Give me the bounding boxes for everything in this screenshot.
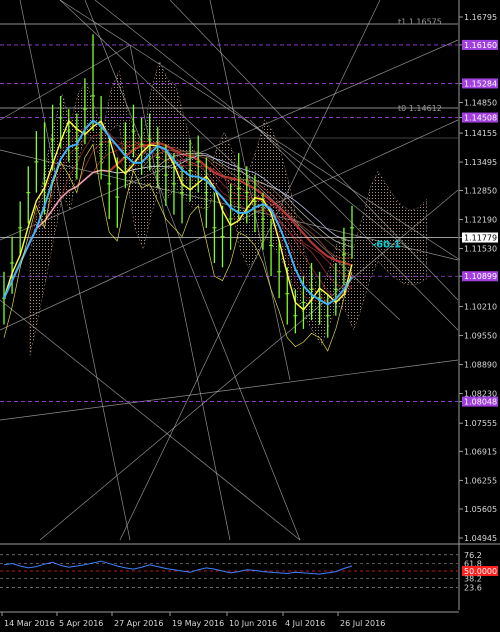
price-tick-label: 1.05605 <box>464 505 497 514</box>
price-tick-label: 1.11530 <box>464 244 497 253</box>
price-tick-label: 1.06255 <box>464 476 497 485</box>
price-tick-label: 1.13495 <box>464 158 497 167</box>
fibonacci-label: -60.1 <box>372 240 401 251</box>
price-tick-label: 1.14155 <box>464 129 497 138</box>
price-level-label: 1.15284 <box>464 79 497 88</box>
time-tick-label: 26 Jul 2016 <box>340 619 385 628</box>
time-tick-label: 27 Apr 2016 <box>114 619 163 628</box>
time-tick-label: 4 Jul 2016 <box>285 619 325 628</box>
level-annotation: t1 1.16575 <box>398 18 442 27</box>
price-level-label: 1.08048 <box>464 398 497 407</box>
price-tick-label: 1.14850 <box>464 99 497 108</box>
time-tick-label: 19 May 2016 <box>172 619 224 628</box>
time-tick-label: 10 Jun 2016 <box>229 619 277 628</box>
time-tick-label: 14 Mar 2016 <box>4 619 55 628</box>
price-tick-label: 1.04945 <box>464 534 497 543</box>
price-tick-label: 1.07555 <box>464 419 497 428</box>
price-tick-label: 1.06915 <box>464 447 497 456</box>
indicator-level-label: 38.2 <box>464 574 482 583</box>
price-tick-label: 1.10210 <box>464 303 497 312</box>
price-chart[interactable]: t1 1.16575 t0 1.14612 -60.1 1.16795 1.16160… <box>0 0 500 632</box>
price-tick-label: 1.16795 <box>464 13 497 22</box>
chart-background <box>0 0 500 632</box>
price-tick-label: 1.08890 <box>464 361 497 370</box>
price-tick-label: 1.12190 <box>464 215 497 224</box>
price-level-label: 1.10899 <box>464 272 497 281</box>
indicator-level-label: 23.6 <box>464 583 482 592</box>
price-tick-label: 1.09550 <box>464 332 497 341</box>
indicator-level-label: 76.2 <box>464 551 482 560</box>
price-level-label: 1.16160 <box>464 41 497 50</box>
time-tick-label: 5 Apr 2016 <box>59 619 103 628</box>
price-level-label: 1.11779 <box>464 234 497 243</box>
price-tick-label: 1.12850 <box>464 186 497 195</box>
price-level-label: 1.14508 <box>464 114 497 123</box>
level-annotation: t0 1.14612 <box>398 104 442 113</box>
